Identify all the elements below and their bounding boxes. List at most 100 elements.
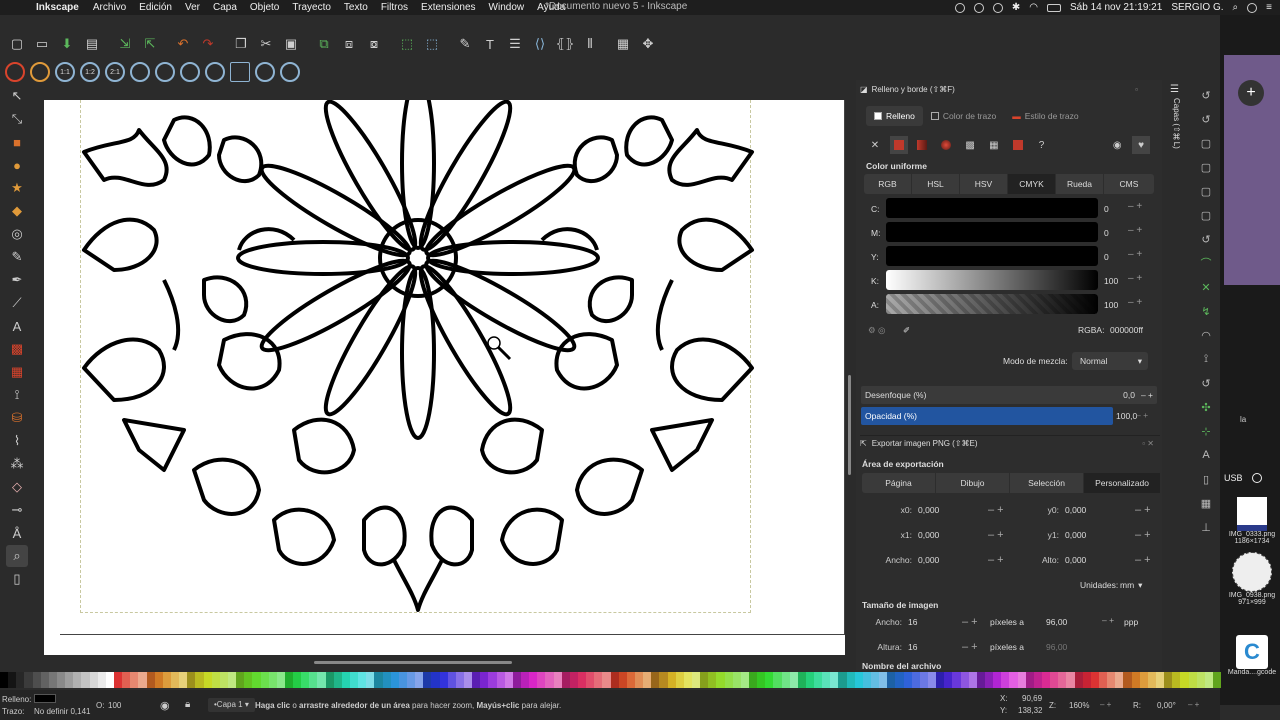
radial-gradient-icon[interactable] xyxy=(937,136,955,154)
usb-label[interactable]: USB xyxy=(1224,473,1243,483)
palette-swatch[interactable] xyxy=(162,672,171,688)
channel-a-stepper[interactable]: – + xyxy=(1128,297,1142,308)
visibility-eye-icon[interactable]: ◉ xyxy=(160,699,170,712)
menu-edicion[interactable]: Edición xyxy=(139,2,172,13)
xml-editor-icon[interactable]: ⟨⟩ xyxy=(529,33,551,55)
palette-swatch[interactable] xyxy=(1139,672,1148,688)
palette-swatch[interactable] xyxy=(1042,672,1051,688)
menu-extensiones[interactable]: Extensiones xyxy=(421,2,475,13)
palette-swatch[interactable] xyxy=(350,672,359,688)
user-name[interactable]: SERGIO G. xyxy=(1171,2,1223,13)
palette-swatch[interactable] xyxy=(244,672,253,688)
palette-swatch[interactable] xyxy=(431,672,440,688)
image-width-field[interactable]: Ancho: 16– + xyxy=(856,613,988,631)
channel-y-slider[interactable] xyxy=(886,246,1098,266)
palette-swatch[interactable] xyxy=(805,672,815,688)
horizontal-scrollbar[interactable] xyxy=(44,656,845,668)
palette-swatch[interactable] xyxy=(89,672,98,688)
bluetooth-icon[interactable]: ✱ xyxy=(1012,2,1020,13)
dropper-tool-icon[interactable]: ⟟ xyxy=(6,384,28,406)
connector-tool-icon[interactable]: ⊸ xyxy=(6,499,28,521)
pattern-icon[interactable]: ▦ xyxy=(985,136,1003,154)
align-icon[interactable]: ⫴ xyxy=(579,33,601,55)
palette-swatch[interactable] xyxy=(32,672,41,688)
palette-swatch[interactable] xyxy=(1058,672,1067,688)
palette-swatch[interactable] xyxy=(781,672,790,688)
preferences-icon[interactable]: ▦ xyxy=(612,33,634,55)
palette-swatch[interactable] xyxy=(187,672,196,688)
clone-icon[interactable]: ⧈ xyxy=(338,33,360,55)
menu-ver[interactable]: Ver xyxy=(185,2,200,13)
menu-window[interactable]: Window xyxy=(489,2,525,13)
palette-swatch[interactable] xyxy=(203,672,212,688)
channel-m-stepper[interactable]: – + xyxy=(1128,225,1142,236)
mode-hsl[interactable]: HSL xyxy=(912,174,960,194)
mandala-drawing[interactable] xyxy=(44,100,845,655)
export-close-icon[interactable]: ▫ ✕ xyxy=(1142,439,1154,448)
palette-swatch[interactable] xyxy=(1025,672,1034,688)
palette-swatch[interactable] xyxy=(382,672,391,688)
palette-swatch[interactable] xyxy=(610,672,619,688)
fill-rule-evenodd-icon[interactable]: ◉ xyxy=(1108,136,1126,154)
lock-icon[interactable]: 🔒︎ xyxy=(185,699,190,710)
snap-intersection-icon[interactable]: ✕ xyxy=(1197,278,1215,296)
blend-mode-select[interactable]: Normal ▾ xyxy=(1072,352,1148,370)
selector-tool-icon[interactable]: ↖ xyxy=(6,85,28,107)
zoom-selection-icon[interactable] xyxy=(130,62,150,82)
palette-swatch[interactable] xyxy=(985,672,994,688)
palette-swatch[interactable] xyxy=(569,672,578,688)
palette-swatch[interactable] xyxy=(814,672,823,688)
palette-swatch[interactable] xyxy=(293,672,302,688)
file-img-0938[interactable]: IMG_0938.png 971×999 xyxy=(1224,552,1280,606)
menu-capa[interactable]: Capa xyxy=(213,2,237,13)
image-height-field[interactable]: Altura: 16– + xyxy=(856,638,988,656)
palette-swatch[interactable] xyxy=(521,672,530,688)
palette-swatch[interactable] xyxy=(138,672,147,688)
mesh-gradient-icon[interactable]: ▩ xyxy=(961,136,979,154)
palette-swatch[interactable] xyxy=(879,672,888,688)
palette-swatch[interactable] xyxy=(846,672,855,688)
palette-swatch[interactable] xyxy=(537,672,546,688)
palette-swatch[interactable] xyxy=(740,672,749,688)
palette-swatch[interactable] xyxy=(651,672,660,688)
star-tool-icon[interactable]: ★ xyxy=(6,177,28,199)
palette-swatch[interactable] xyxy=(1017,672,1026,688)
palette-swatch[interactable] xyxy=(1009,672,1018,688)
palette-swatch[interactable] xyxy=(618,672,627,688)
palette-swatch[interactable] xyxy=(0,672,9,688)
channel-c-slider[interactable] xyxy=(886,198,1098,218)
export-page-button[interactable]: Página xyxy=(862,473,936,493)
palette-swatch[interactable] xyxy=(683,672,692,688)
palette-swatch[interactable] xyxy=(822,672,831,688)
palette-swatch[interactable] xyxy=(789,672,798,688)
palette-swatch[interactable] xyxy=(179,672,188,688)
linear-gradient-icon[interactable] xyxy=(914,136,932,154)
palette-swatch[interactable] xyxy=(577,672,587,688)
palette-swatch[interactable] xyxy=(512,672,521,688)
menu-filtros[interactable]: Filtros xyxy=(381,2,408,13)
zoom-page-icon[interactable] xyxy=(180,62,200,82)
palette-swatch[interactable] xyxy=(1082,672,1091,688)
zoom-value[interactable]: 160% xyxy=(1069,701,1089,710)
snap-guide-icon[interactable]: ⊥ xyxy=(1197,518,1215,536)
palette-swatch[interactable] xyxy=(602,672,611,688)
palette-swatch[interactable] xyxy=(236,672,245,688)
snap-text-baseline-icon[interactable]: A xyxy=(1197,446,1215,464)
palette-swatch[interactable] xyxy=(1074,672,1083,688)
import-icon[interactable]: ⇲ xyxy=(114,33,136,55)
snap-bbox-icon[interactable]: ↺ xyxy=(1197,110,1215,128)
objects-icon[interactable]: ⦃⦄ xyxy=(554,33,576,55)
x0-field[interactable]: x0: 0,000– + xyxy=(866,501,1014,519)
palette-swatch[interactable] xyxy=(903,672,912,688)
export-width-field[interactable]: Ancho: 0,000– + xyxy=(866,551,1014,569)
snap-midpoint-icon[interactable]: ⟟ xyxy=(1197,350,1215,368)
palette-swatch[interactable] xyxy=(675,672,684,688)
copy-icon[interactable]: ❐ xyxy=(230,33,252,55)
layer-select[interactable]: •Capa 1 ▾ xyxy=(208,698,255,712)
swatch-icon[interactable] xyxy=(1009,136,1027,154)
palette-swatch[interactable] xyxy=(1155,672,1165,688)
y1-field[interactable]: y1: 0,000– + xyxy=(1013,526,1161,544)
canvas[interactable] xyxy=(44,100,845,655)
text-tool-icon[interactable]: A xyxy=(6,315,28,337)
dpi-value[interactable]: 96,00 xyxy=(1046,617,1067,627)
